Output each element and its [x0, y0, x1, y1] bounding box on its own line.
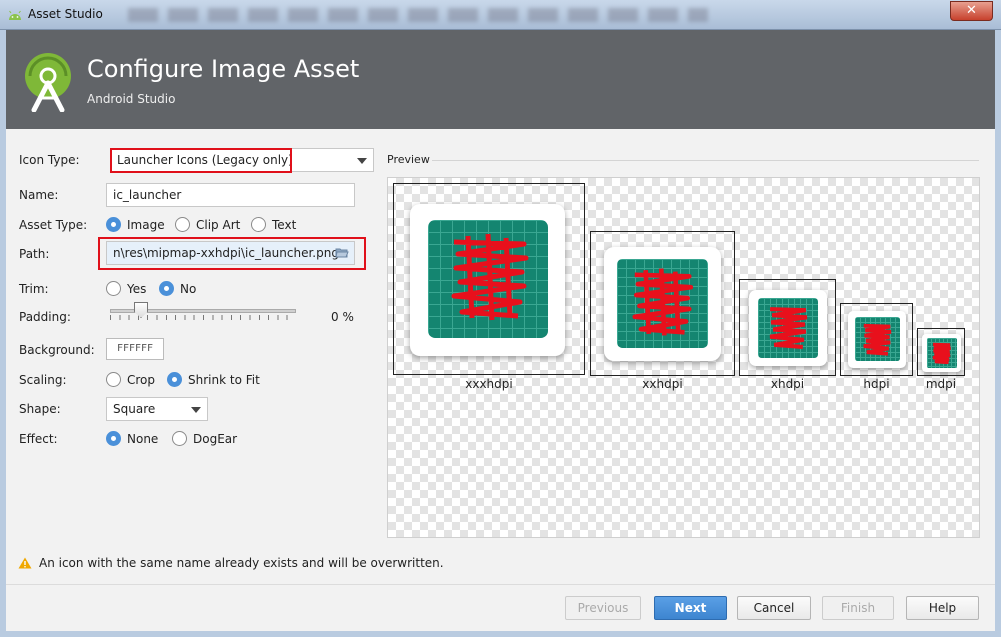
help-button[interactable]: Help — [906, 596, 979, 620]
preview-label: Preview — [387, 153, 430, 166]
effect-dogear-radio[interactable]: DogEar — [172, 431, 237, 446]
preview-xxxhdpi — [393, 183, 585, 375]
chevron-down-icon — [191, 407, 201, 413]
preview-xxhdpi — [590, 231, 735, 376]
asset-type-label: Asset Type: — [19, 218, 88, 232]
trim-no-radio[interactable]: No — [159, 281, 196, 296]
launcher-icon-tile — [604, 247, 721, 361]
redaction-scribble — [451, 233, 529, 321]
configure-panel: Icon Type: Launcher Icons (Legacy only) … — [6, 129, 995, 584]
icon-type-highlight — [110, 148, 292, 173]
launcher-icon-tile — [922, 334, 961, 372]
android-studio-logo-icon — [25, 53, 71, 112]
close-button[interactable]: ✕ — [950, 1, 993, 21]
redaction-scribble — [932, 342, 951, 364]
path-label: Path: — [19, 247, 50, 261]
trim-label: Trim: — [19, 282, 49, 296]
scaling-shrink-label: Shrink to Fit — [188, 372, 260, 387]
preview-mdpi — [917, 328, 965, 376]
asset-type-text-radio[interactable]: Text — [251, 217, 296, 232]
preview-hdpi — [840, 303, 913, 376]
asset-type-clipart-label: Clip Art — [196, 217, 241, 232]
window-title-bar: Asset Studio ✕ — [0, 0, 1001, 30]
padding-slider-ticks — [110, 315, 296, 320]
cancel-button[interactable]: Cancel — [737, 596, 811, 620]
next-button[interactable]: Next — [654, 596, 727, 620]
android-icon — [9, 10, 21, 20]
preview-area: xxxhdpi xxhdpi xhdpi hdpi mdpi — [387, 177, 980, 538]
trim-yes-label: Yes — [127, 281, 147, 296]
shape-label: Shape: — [19, 402, 61, 416]
padding-value: 0 % — [331, 310, 354, 324]
overwrite-warning: An icon with the same name already exist… — [18, 556, 444, 570]
warning-icon — [18, 557, 32, 569]
padding-label: Padding: — [19, 310, 71, 324]
effect-none-label: None — [127, 431, 159, 446]
radio-selected-icon — [167, 372, 182, 387]
trim-no-label: No — [180, 281, 197, 296]
shape-value: Square — [113, 402, 156, 416]
launcher-icon-tile — [749, 290, 827, 366]
background-color-swatch[interactable]: FFFFFF — [106, 338, 164, 360]
background-label: Background: — [19, 343, 95, 357]
icon-type-label: Icon Type: — [19, 153, 80, 167]
wizard-header: Configure Image Asset Android Studio — [6, 30, 995, 129]
density-label: xxhdpi — [642, 377, 683, 391]
asset-type-clipart-radio[interactable]: Clip Art — [175, 217, 240, 232]
window-frame-right — [995, 30, 1001, 637]
trim-yes-radio[interactable]: Yes — [106, 281, 146, 296]
background-menu-bar — [128, 8, 708, 22]
window-title: Asset Studio — [28, 7, 103, 21]
density-label: xhdpi — [770, 377, 805, 391]
effect-dogear-label: DogEar — [193, 431, 238, 446]
radio-icon — [106, 372, 121, 387]
preview-xhdpi — [739, 279, 836, 376]
scaling-shrink-radio[interactable]: Shrink to Fit — [167, 372, 260, 387]
effect-none-radio[interactable]: None — [106, 431, 158, 446]
asset-type-image-label: Image — [127, 217, 165, 232]
wizard-title: Configure Image Asset — [87, 55, 360, 83]
shape-dropdown[interactable]: Square — [106, 397, 208, 421]
redaction-scribble — [632, 268, 694, 336]
previous-button[interactable]: Previous — [565, 596, 641, 620]
radio-selected-icon — [106, 431, 121, 446]
asset-type-image-radio[interactable]: Image — [106, 217, 165, 232]
scaling-crop-label: Crop — [127, 372, 156, 387]
effect-label: Effect: — [19, 432, 58, 446]
asset-type-text-label: Text — [272, 217, 297, 232]
redaction-scribble — [769, 307, 808, 349]
density-label: xxxhdpi — [465, 377, 513, 391]
name-label: Name: — [19, 188, 59, 202]
path-highlight — [98, 237, 366, 270]
warning-text: An icon with the same name already exist… — [39, 556, 444, 570]
finish-button[interactable]: Finish — [822, 596, 894, 620]
name-input[interactable]: ic_launcher — [106, 183, 355, 207]
radio-icon — [175, 217, 190, 232]
radio-icon — [251, 217, 266, 232]
window-frame-bottom — [0, 631, 1001, 637]
radio-selected-icon — [106, 217, 121, 232]
wizard-footer: Previous Next Cancel Finish Help — [6, 584, 995, 631]
radio-selected-icon — [159, 281, 174, 296]
launcher-icon-tile — [410, 204, 565, 356]
preview-divider — [432, 160, 979, 161]
scaling-label: Scaling: — [19, 373, 67, 387]
density-label: hdpi — [863, 377, 890, 391]
chevron-down-icon — [357, 158, 367, 164]
density-label: mdpi — [925, 377, 957, 391]
redaction-scribble — [863, 323, 892, 356]
launcher-icon-tile — [848, 311, 906, 368]
scaling-crop-radio[interactable]: Crop — [106, 372, 155, 387]
radio-icon — [172, 431, 187, 446]
radio-icon — [106, 281, 121, 296]
wizard-subtitle: Android Studio — [87, 92, 176, 106]
